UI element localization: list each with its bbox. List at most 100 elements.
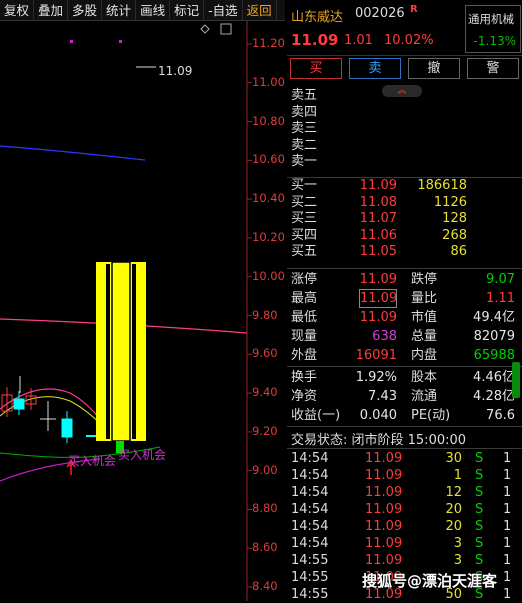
- limit-up-label: 涨停: [291, 272, 318, 287]
- toolbar-button[interactable]: 画线: [136, 0, 171, 21]
- marker-dot: [119, 40, 122, 43]
- pe-value: 76.6: [486, 408, 515, 423]
- tick-count: 1: [503, 519, 512, 534]
- stock-name[interactable]: 山东威达: [291, 6, 343, 25]
- outer-label: 外盘: [291, 348, 318, 363]
- tick-price: 11.09: [365, 502, 403, 517]
- stock-header: 山东威达 002026 R 11.09 1.01 10.02% 通用机械 -1.…: [287, 0, 522, 56]
- sector-box[interactable]: 通用机械 -1.13%: [465, 5, 521, 53]
- alert-button[interactable]: 警: [467, 58, 519, 79]
- nav-label: 净资: [291, 389, 318, 404]
- float-label: 流通: [411, 389, 438, 404]
- candle-gap: [106, 264, 110, 439]
- tick-count: 1: [503, 553, 512, 568]
- toolbar-button[interactable]: 复权: [0, 0, 35, 21]
- level-label: 卖五: [291, 88, 318, 103]
- divider: [287, 177, 522, 178]
- price-axis-label: 9.60: [252, 346, 278, 361]
- bid-row[interactable]: 买三 11.07 128: [287, 211, 522, 227]
- bid-row[interactable]: 买二 11.08 1126: [287, 195, 522, 211]
- level-price: 11.09: [359, 178, 397, 193]
- ask-row[interactable]: 卖一: [287, 154, 522, 170]
- price-change-pct: 10.02%: [384, 33, 434, 48]
- limit-down-value: 9.07: [486, 272, 515, 287]
- turnover-value: 1.92%: [355, 370, 397, 385]
- level-volume: 186618: [417, 178, 467, 193]
- divider: [287, 366, 522, 367]
- level-label: 买三: [291, 211, 318, 227]
- tick-side: S: [475, 451, 484, 466]
- tick-row: 14:54 11.09 12 S 1: [287, 484, 522, 501]
- candle-gap: [132, 264, 136, 439]
- tick-count: 1: [503, 468, 512, 483]
- diamond-icon: [200, 24, 210, 34]
- level-price: 11.06: [359, 227, 397, 243]
- candle-body: [61, 418, 73, 438]
- tick-volume: 3: [453, 553, 462, 568]
- price-change: 1.01: [344, 33, 373, 48]
- margin-flag: R: [410, 4, 418, 15]
- toolbar-button[interactable]: 统计: [102, 0, 137, 21]
- tick-time: 14:54: [291, 468, 329, 483]
- high-value: 11.09: [359, 289, 398, 308]
- kline-canvas[interactable]: 11.09 买入机会 买入机会: [0, 21, 285, 601]
- tick-price: 11.09: [365, 536, 403, 551]
- ask-row[interactable]: 卖三: [287, 121, 522, 137]
- level-label: 买一: [291, 178, 318, 193]
- nav-value: 7.43: [368, 389, 397, 404]
- price-axis-label: 10.80: [252, 113, 285, 128]
- level-label: 卖二: [291, 137, 318, 153]
- candle-body: [13, 398, 25, 410]
- checkbox-icon: [220, 23, 232, 35]
- stock-code: 002026: [355, 6, 405, 21]
- toolbar-button[interactable]: 返回: [243, 0, 277, 21]
- tick-volume: 20: [445, 502, 462, 517]
- cancel-order-button[interactable]: 撤: [408, 58, 460, 79]
- price-axis-label: 10.60: [252, 152, 285, 167]
- bid-row[interactable]: 买一 11.09 186618: [287, 178, 522, 194]
- toolbar-button[interactable]: 叠加: [34, 0, 69, 21]
- limit-up-value: 11.09: [359, 272, 397, 287]
- ask-row[interactable]: 卖五: [287, 88, 522, 104]
- tick-row: 14:55 11.09 3 S 1: [287, 552, 522, 569]
- vol-ratio-label: 量比: [411, 291, 438, 306]
- tick-row: 14:54 11.09 30 S 1: [287, 450, 522, 467]
- ask-row[interactable]: 卖二: [287, 138, 522, 154]
- inner-label: 内盘: [411, 348, 438, 363]
- tick-time: 14:54: [291, 502, 329, 517]
- bid-row[interactable]: 买四 11.06 268: [287, 228, 522, 244]
- tick-row: 14:54 11.09 20 S 1: [287, 518, 522, 535]
- kline-chart[interactable]: 11.09 买入机会 买入机会 11.20 11.00 10.80 10.60 10.40 1…: [0, 21, 285, 601]
- toolbar-button[interactable]: 多股: [68, 0, 103, 21]
- price-axis-label: 9.00: [252, 462, 278, 477]
- toolbar-button[interactable]: 标记: [170, 0, 205, 21]
- low-label: 最低: [291, 310, 318, 325]
- level-volume: 1126: [433, 194, 467, 210]
- vol-ratio-value: 1.11: [486, 291, 515, 306]
- side-scroll-handle[interactable]: [512, 362, 520, 398]
- sector-name: 通用机械: [468, 12, 514, 26]
- tick-volume: 20: [445, 519, 462, 534]
- tick-side: S: [475, 519, 484, 534]
- tick-volume: 3: [453, 536, 462, 551]
- float-value: 4.28亿: [473, 389, 515, 404]
- total-vol-label: 总量: [411, 329, 438, 344]
- pe-label: PE(动): [411, 408, 451, 423]
- marker-dot: [70, 40, 73, 43]
- tick-volume: 30: [445, 451, 462, 466]
- turnover-label: 换手: [291, 370, 318, 385]
- price-axis-label: 9.20: [252, 423, 278, 438]
- ask-row[interactable]: 卖四: [287, 105, 522, 121]
- last-price: 11.09: [291, 31, 339, 49]
- price-axis-label: 11.20: [252, 36, 285, 50]
- buy-button[interactable]: 买: [290, 58, 342, 79]
- sell-button[interactable]: 卖: [349, 58, 401, 79]
- outer-value: 16091: [355, 348, 397, 363]
- tick-side: S: [475, 485, 484, 500]
- tick-side: S: [475, 536, 484, 551]
- tick-volume: 12: [445, 485, 462, 500]
- cur-vol-value: 638: [372, 329, 397, 344]
- toolbar-button[interactable]: -自选: [204, 0, 243, 21]
- price-axis-label: 8.80: [252, 501, 278, 516]
- bid-row[interactable]: 买五 11.05 86: [287, 244, 522, 260]
